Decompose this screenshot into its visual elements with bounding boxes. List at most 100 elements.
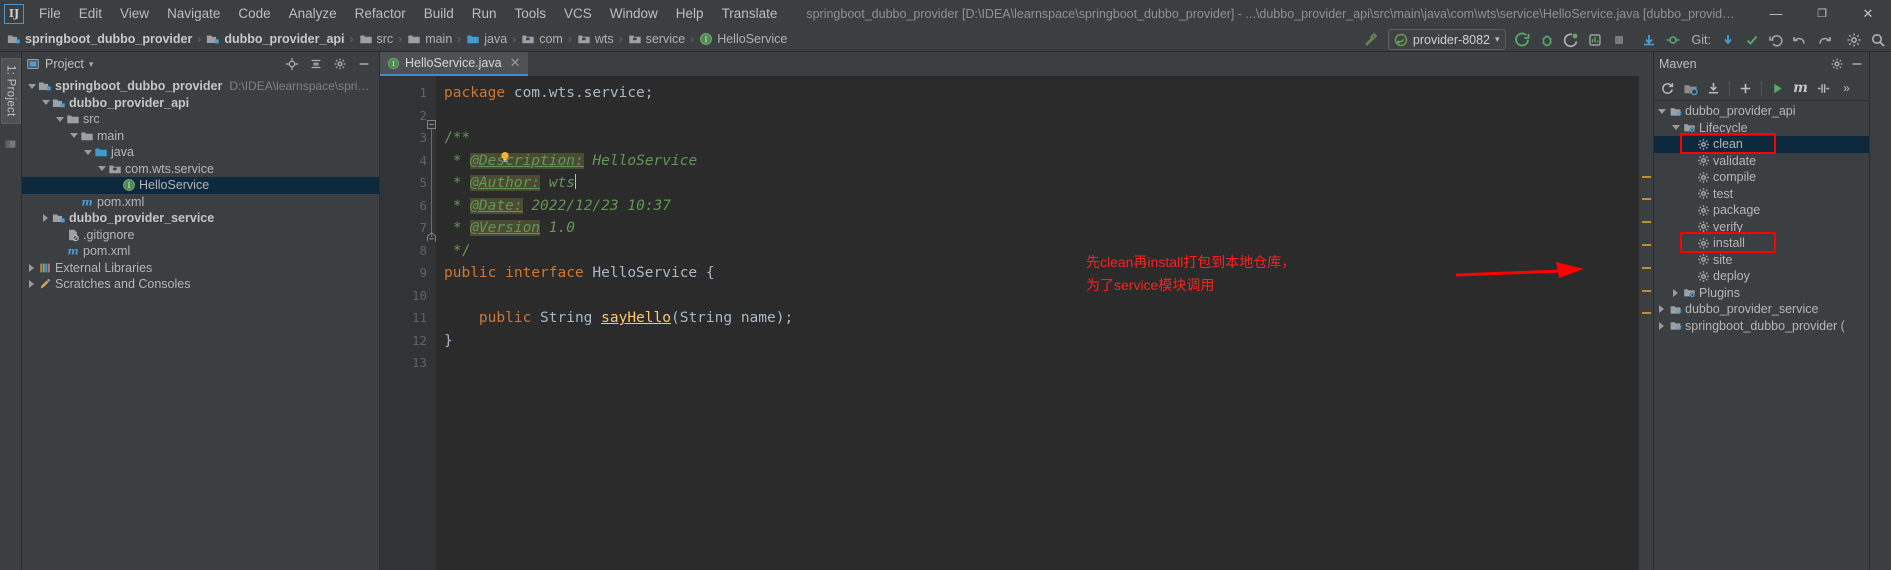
breadcrumb-springboot_dubbo_provider[interactable]: springboot_dubbo_provider xyxy=(4,27,195,52)
collapse-all-icon[interactable] xyxy=(305,53,327,75)
gutter-line-12[interactable]: 12 xyxy=(380,330,436,353)
breadcrumb-com[interactable]: com xyxy=(518,27,566,52)
breadcrumb-main[interactable]: main xyxy=(404,27,455,52)
maven-node-deploy[interactable]: deploy xyxy=(1654,268,1869,285)
editor-marker-rail[interactable] xyxy=(1639,76,1653,570)
gutter-line-10[interactable]: 10 xyxy=(380,285,436,308)
tree-node-src[interactable]: src xyxy=(22,111,379,128)
build-project-icon[interactable] xyxy=(1360,29,1382,51)
menu-item-view[interactable]: View xyxy=(111,2,158,25)
gutter-line-3[interactable]: 3 xyxy=(380,127,436,150)
gutter-line-5[interactable]: 5 xyxy=(380,172,436,195)
code-line-7[interactable]: * @Version 1.0 xyxy=(444,217,1653,240)
maximize-button[interactable]: ❐ xyxy=(1799,0,1845,27)
maven-tree[interactable]: mdubbo_provider_apiLifecyclecleanvalidat… xyxy=(1654,101,1869,570)
twisty-collapsed-icon[interactable] xyxy=(29,263,34,272)
maven-node-test[interactable]: test xyxy=(1654,186,1869,203)
twisty-collapsed-icon[interactable] xyxy=(1659,321,1664,330)
breadcrumb-src[interactable]: src xyxy=(356,27,397,52)
gutter-line-4[interactable]: 4 xyxy=(380,150,436,173)
minimize-button[interactable]: — xyxy=(1753,0,1799,27)
tree-node-Scratches and Consoles[interactable]: Scratches and Consoles xyxy=(22,276,379,293)
menu-item-edit[interactable]: Edit xyxy=(70,2,111,25)
tree-node-dubbo_provider_service[interactable]: dubbo_provider_service xyxy=(22,210,379,227)
tree-node-springboot_dubbo_provider[interactable]: springboot_dubbo_provider D:\IDEA\learnsp… xyxy=(22,78,379,95)
tree-node-main[interactable]: main xyxy=(22,128,379,145)
gutter-line-11[interactable]: 11 xyxy=(380,307,436,330)
maven-settings-icon[interactable]: m xyxy=(1790,78,1811,99)
run-with-coverage-icon[interactable] xyxy=(1560,29,1582,51)
code-line-4[interactable]: * @Description: HelloService xyxy=(444,150,1653,173)
code-line-1[interactable]: package com.wts.service; xyxy=(444,82,1653,105)
twisty-expanded-icon[interactable] xyxy=(1657,108,1666,114)
twisty-expanded-icon[interactable] xyxy=(69,133,78,139)
project-tree[interactable]: springboot_dubbo_provider D:\IDEA\learnsp… xyxy=(22,76,379,570)
menu-item-translate[interactable]: Translate xyxy=(713,2,787,25)
settings-gear-icon[interactable] xyxy=(1830,57,1844,71)
maven-node-dubbo_provider_api[interactable]: m dubbo_provider_api xyxy=(1654,103,1869,120)
tool-window-tab-project[interactable]: 1: Project xyxy=(0,58,21,124)
twisty-expanded-icon[interactable] xyxy=(97,166,106,172)
twisty-collapsed-icon[interactable] xyxy=(43,214,48,223)
code-line-11[interactable]: public String sayHello(String name); xyxy=(444,307,1653,330)
maven-node-compile[interactable]: compile xyxy=(1654,169,1869,186)
structure-icon[interactable] xyxy=(4,138,17,151)
hide-icon[interactable] xyxy=(353,53,375,75)
maven-node-dubbo_provider_service[interactable]: m dubbo_provider_service xyxy=(1654,301,1869,318)
twisty-expanded-icon[interactable] xyxy=(55,116,64,122)
git-commit-check-icon[interactable] xyxy=(1741,29,1763,51)
code-line-10[interactable] xyxy=(444,285,1653,308)
chevron-down-icon[interactable]: ▾ xyxy=(89,59,94,70)
twisty-collapsed-icon[interactable] xyxy=(1659,305,1664,314)
code-line-13[interactable] xyxy=(444,352,1653,375)
settings-gear-icon[interactable] xyxy=(329,53,351,75)
gutter-line-1[interactable]: 1 xyxy=(380,82,436,105)
lightbulb-icon[interactable] xyxy=(498,150,512,164)
search-everywhere-icon[interactable] xyxy=(1867,29,1889,51)
more-icon[interactable]: » xyxy=(1836,78,1857,99)
tree-node-HelloService[interactable]: I HelloService xyxy=(22,177,379,194)
reload-icon[interactable] xyxy=(1657,78,1678,99)
close-button[interactable]: ✕ xyxy=(1845,0,1891,27)
editor-code[interactable]: package com.wts.service; /** * @Descripti… xyxy=(436,76,1653,570)
maven-node-springboot_dubbo_provider[interactable]: m springboot_dubbo_provider ( xyxy=(1654,318,1869,335)
commit-icon[interactable] xyxy=(1662,29,1684,51)
tree-node-.gitignore[interactable]: .gitignore xyxy=(22,227,379,244)
twisty-collapsed-icon[interactable] xyxy=(1673,288,1678,297)
menu-item-build[interactable]: Build xyxy=(415,2,463,25)
update-project-icon[interactable] xyxy=(1638,29,1660,51)
menu-item-run[interactable]: Run xyxy=(463,2,506,25)
profile-icon[interactable] xyxy=(1584,29,1606,51)
editor-tab-helloservice[interactable]: I HelloService.java ✕ xyxy=(380,52,529,76)
maven-node-validate[interactable]: validate xyxy=(1654,153,1869,170)
tree-node-dubbo_provider_api[interactable]: dubbo_provider_api xyxy=(22,95,379,112)
tree-node-External Libraries[interactable]: External Libraries xyxy=(22,260,379,277)
maven-node-package[interactable]: package xyxy=(1654,202,1869,219)
tree-node-pom.xml[interactable]: m pom.xml xyxy=(22,194,379,211)
breadcrumb-dubbo_provider_api[interactable]: dubbo_provider_api xyxy=(203,27,347,52)
menu-item-vcs[interactable]: VCS xyxy=(555,2,601,25)
twisty-expanded-icon[interactable] xyxy=(27,83,36,89)
stop-icon[interactable] xyxy=(1608,29,1630,51)
open-settings-icon[interactable] xyxy=(1843,29,1865,51)
generate-sources-icon[interactable] xyxy=(1680,78,1701,99)
editor-gutter[interactable]: 1 2 3 4 5 6 7 8 9 10 11 12 13 xyxy=(380,76,436,570)
tree-node-com.wts.service[interactable]: com.wts.service xyxy=(22,161,379,178)
git-update-icon[interactable] xyxy=(1717,29,1739,51)
undo-icon[interactable] xyxy=(1789,29,1811,51)
chevron-down-icon[interactable]: ▾ xyxy=(1495,34,1500,45)
run-icon[interactable] xyxy=(1512,29,1534,51)
gutter-line-8[interactable]: 8 xyxy=(380,240,436,263)
twisty-expanded-icon[interactable] xyxy=(83,149,92,155)
fold-region-end-icon[interactable] xyxy=(427,232,436,242)
code-line-2[interactable] xyxy=(444,105,1653,128)
hide-icon[interactable] xyxy=(1850,57,1864,71)
toggle-offline-icon[interactable] xyxy=(1813,78,1834,99)
tree-node-java[interactable]: java xyxy=(22,144,379,161)
breadcrumb-service[interactable]: service xyxy=(625,27,689,52)
twisty-expanded-icon[interactable] xyxy=(1671,125,1680,131)
locate-icon[interactable] xyxy=(281,53,303,75)
code-line-3[interactable]: /** xyxy=(444,127,1653,150)
breadcrumb-java[interactable]: java xyxy=(463,27,510,52)
gutter-line-6[interactable]: 6 xyxy=(380,195,436,218)
